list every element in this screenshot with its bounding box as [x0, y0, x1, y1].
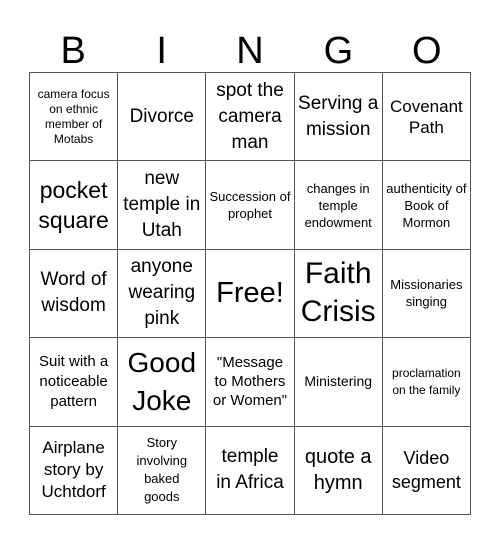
- cell-text: anyone wearing pink: [128, 256, 196, 330]
- bingo-grid: camera focus on ethnic member of Motabs …: [29, 72, 471, 515]
- cell-text: camera focus on ethnic member of Motabs: [37, 86, 110, 146]
- bingo-cell[interactable]: Story involving baked goods: [118, 426, 207, 515]
- cell-text: temple in Africa: [216, 446, 284, 494]
- bingo-cell[interactable]: Faith Crisis: [294, 249, 383, 339]
- cell-text: "Message to Mothers or Women": [212, 354, 288, 410]
- bingo-cell[interactable]: camera focus on ethnic member of Motabs: [30, 73, 119, 162]
- cell-text: Word of wisdom: [40, 269, 107, 317]
- cell-text: changes in temple endowment: [304, 180, 372, 230]
- cell-text: authenticity of Book of Mormon: [386, 180, 467, 230]
- bingo-cell[interactable]: Video segment: [382, 426, 471, 515]
- header-letter-b: B: [60, 30, 86, 72]
- bingo-cell[interactable]: quote a hymn: [294, 426, 383, 515]
- cell-text: Faith Crisis: [300, 257, 376, 329]
- cell-text: Divorce: [129, 105, 194, 127]
- bingo-cell[interactable]: anyone wearing pink: [118, 249, 207, 339]
- bingo-cell[interactable]: Word of wisdom: [30, 249, 119, 339]
- cell-text: Missionaries singing: [390, 277, 463, 310]
- bingo-cell[interactable]: proclamation on the family: [382, 338, 471, 427]
- cell-text: Succession of prophet: [209, 189, 291, 222]
- cell-text: Airplane story by Uchtdorf: [41, 438, 106, 502]
- cell-text: Video segment: [391, 448, 461, 493]
- header-letter-o: O: [412, 30, 442, 72]
- free-space[interactable]: Free!: [206, 249, 295, 339]
- cell-text: Ministering: [304, 373, 373, 390]
- bingo-cell[interactable]: authenticity of Book of Mormon: [382, 161, 471, 250]
- bingo-cell[interactable]: Covenant Path: [382, 73, 471, 162]
- bingo-cell[interactable]: new temple in Utah: [118, 161, 207, 250]
- cell-text: Serving a mission: [298, 92, 379, 140]
- cell-text: pocket square: [38, 177, 109, 234]
- bingo-cell[interactable]: temple in Africa: [206, 426, 295, 515]
- bingo-cell[interactable]: Missionaries singing: [382, 249, 471, 339]
- cell-text: proclamation on the family: [392, 365, 461, 397]
- header-letter-i: I: [156, 30, 167, 72]
- bingo-cell[interactable]: Ministering: [294, 338, 383, 427]
- cell-text: Suit with a noticeable pattern: [38, 352, 109, 410]
- bingo-cell[interactable]: Airplane story by Uchtdorf: [30, 426, 119, 515]
- bingo-cell[interactable]: "Message to Mothers or Women": [206, 338, 295, 427]
- cell-text: Story involving baked goods: [136, 435, 188, 505]
- bingo-cell[interactable]: Good Joke: [118, 338, 207, 427]
- header-letter-g: G: [323, 30, 354, 72]
- bingo-header: B I N G O: [29, 30, 471, 72]
- cell-text: Free!: [216, 277, 284, 310]
- header-letter-n: N: [236, 30, 264, 72]
- cell-text: Covenant Path: [390, 96, 463, 137]
- cell-text: quote a hymn: [304, 446, 372, 495]
- cell-text: spot the camera man: [216, 79, 284, 153]
- bingo-cell[interactable]: Succession of prophet: [206, 161, 295, 250]
- cell-text: Good Joke: [127, 346, 197, 416]
- bingo-cell[interactable]: Serving a mission: [294, 73, 383, 162]
- bingo-cell[interactable]: spot the camera man: [206, 73, 295, 162]
- cell-text: new temple in Utah: [123, 168, 201, 242]
- bingo-cell[interactable]: Divorce: [118, 73, 207, 162]
- bingo-cell[interactable]: pocket square: [30, 161, 119, 250]
- bingo-cell[interactable]: Suit with a noticeable pattern: [30, 338, 119, 427]
- bingo-cell[interactable]: changes in temple endowment: [294, 161, 383, 250]
